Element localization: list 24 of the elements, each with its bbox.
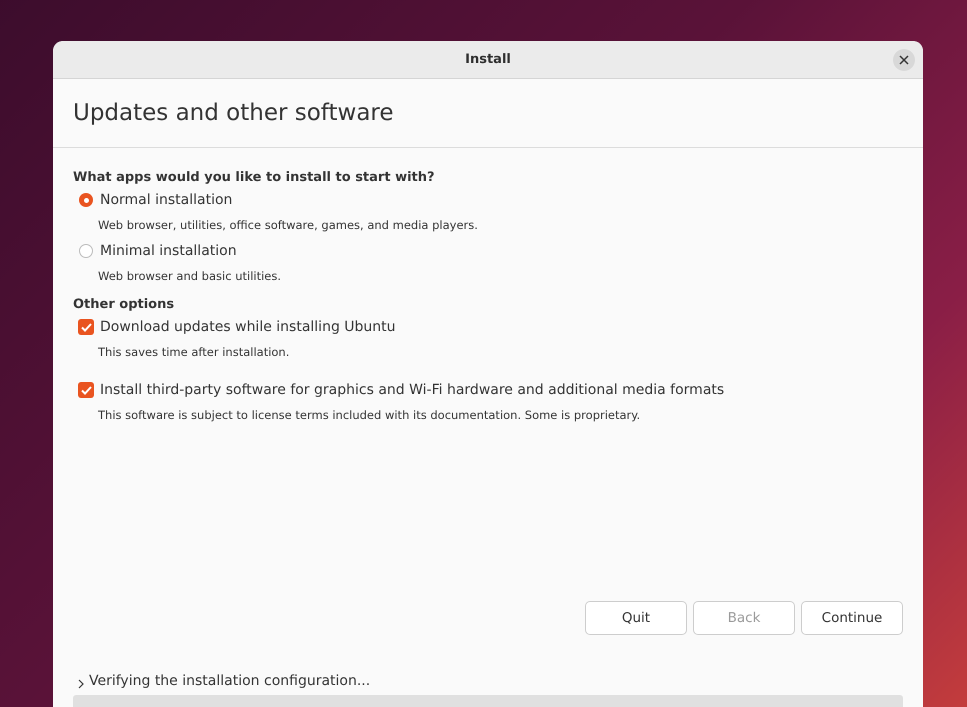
checkbox[interactable] [78, 319, 94, 335]
radio-button[interactable] [79, 193, 93, 207]
close-icon [899, 55, 909, 65]
status-text: Verifying the installation configuration... [89, 673, 370, 689]
option-label[interactable]: Minimal installation [100, 243, 237, 259]
option-description: Web browser, utilities, office software, games, and media players. [98, 218, 479, 232]
check-icon [80, 322, 92, 332]
option-label[interactable]: Normal installation [100, 192, 232, 208]
check-icon [80, 386, 92, 394]
page-title: Updates and other software [73, 100, 394, 126]
option-description: This software is subject to license terms included with its documentation. Some is proprietary. [98, 408, 642, 422]
chevron-icon[interactable] [77, 679, 85, 689]
option-description: This saves time after installation. [98, 345, 290, 359]
dialog-button[interactable]: Quit [585, 601, 687, 635]
dialog-button[interactable]: Continue [801, 601, 903, 635]
section-heading: Other options [73, 297, 176, 312]
window-title: Install [465, 52, 511, 67]
close-button[interactable] [893, 49, 915, 71]
option-description: Web browser and basic utilities. [98, 269, 282, 283]
checkbox[interactable] [78, 382, 94, 398]
option-label[interactable]: Install third-party software for graphics and Wi-Fi hardware and additional media formats [100, 382, 724, 398]
section-heading: What apps would you like to install to start with? [73, 170, 436, 185]
radio-button[interactable] [79, 244, 93, 258]
option-label[interactable]: Download updates while installing Ubuntu [100, 319, 396, 335]
